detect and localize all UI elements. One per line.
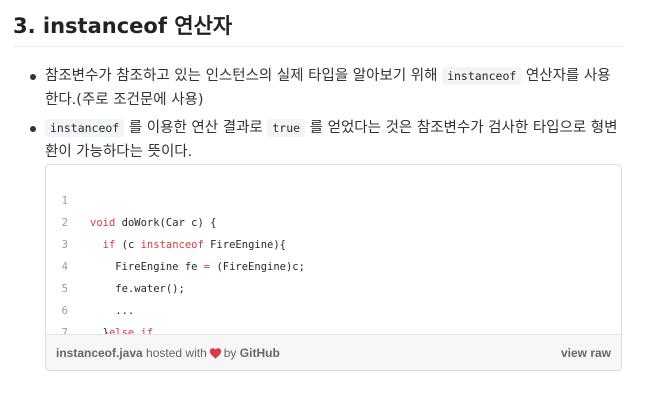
section-heading: 3. instanceof 연산자: [13, 14, 233, 38]
gist-filename-link[interactable]: instanceof.java: [56, 346, 143, 360]
inline-code: true: [267, 119, 306, 137]
list-item: 참조변수가 참조하고 있는 인스턴스의 실제 타입을 알아보기 위해 insta…: [0, 64, 647, 112]
code-line: 2 if (c instanceof FireEngine){: [46, 190, 621, 251]
inline-code: instanceof: [442, 67, 522, 85]
gist-embed: 1 void doWork(Car c) { 2 if (c instanceo…: [45, 164, 622, 371]
github-link[interactable]: GitHub: [240, 346, 280, 360]
heart-icon: [209, 348, 221, 359]
inline-code: instanceof: [45, 119, 125, 137]
heading-divider: [13, 46, 624, 47]
code-line: 4 fe.water();: [46, 234, 621, 295]
bullet-dot: [30, 126, 36, 132]
code-line: 6 }else if ...: [46, 278, 621, 339]
code-block: 1 void doWork(Car c) { 2 if (c instanceo…: [46, 165, 621, 361]
hosted-with-text: hosted with: [146, 346, 207, 360]
gist-meta-info: instanceof.java hosted with by GitHub: [56, 335, 280, 370]
bullet-list: 참조변수가 참조하고 있는 인스턴스의 실제 타입을 알아보기 위해 insta…: [0, 64, 647, 164]
code-line: 1 void doWork(Car c) {: [46, 168, 621, 229]
code-line: 7 }: [46, 300, 621, 361]
view-raw-link[interactable]: view raw: [561, 335, 611, 370]
list-item: instanceof 를 이용한 연산 결과로 true 를 얻었다는 것은 참…: [0, 116, 647, 164]
bullet-text: 를 이용한 연산 결과로: [124, 120, 268, 136]
gist-meta-bar: instanceof.java hosted with by GitHub vie…: [46, 334, 621, 370]
code-line: 5 ...: [46, 256, 621, 317]
bullet-dot: [30, 74, 36, 80]
bullet-text: 참조변수가 참조하고 있는 인스턴스의 실제 타입을 알아보기 위해: [45, 68, 443, 84]
code-line: 3 FireEngine fe = (FireEngine)c;: [46, 212, 621, 273]
by-text: by: [223, 346, 237, 360]
